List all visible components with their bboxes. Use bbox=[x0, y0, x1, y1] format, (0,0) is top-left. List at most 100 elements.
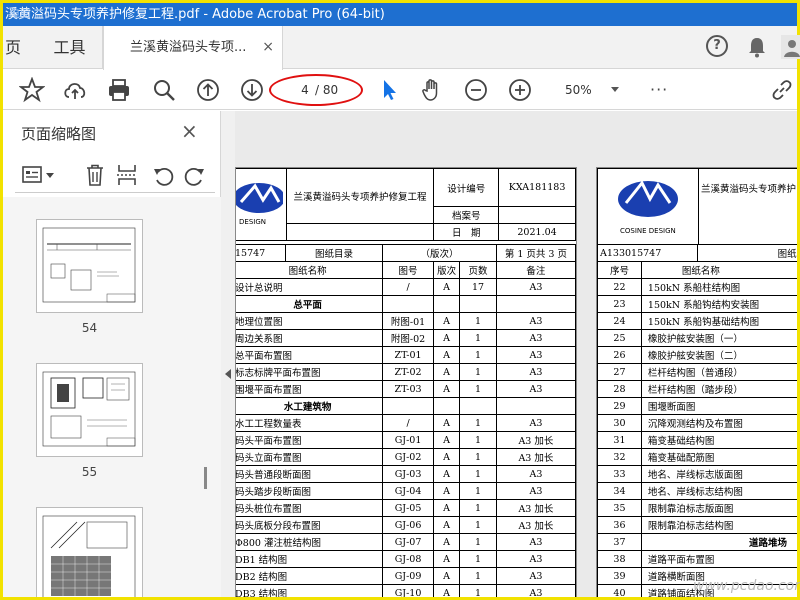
cell-index: 26 bbox=[597, 346, 642, 364]
cell-note: A3 bbox=[495, 278, 576, 296]
empty-cell bbox=[459, 397, 497, 415]
design-no: KXA181183 bbox=[498, 168, 576, 207]
cell-pages: 1 bbox=[459, 567, 497, 585]
catalog-label: 图纸目录 bbox=[696, 244, 797, 262]
cell-no: ZT-03 bbox=[382, 380, 434, 398]
cell-pages: 1 bbox=[459, 363, 497, 381]
project-name: 兰溪黄溢码头专项养护 bbox=[698, 168, 797, 245]
cell-ed: A bbox=[432, 380, 461, 398]
cell-pages: 1 bbox=[459, 448, 497, 466]
table-row: 周边关系图 附图-02 A 1 A3 bbox=[236, 329, 576, 347]
cell-index: 33 bbox=[597, 465, 642, 483]
cell-note: A3 bbox=[495, 482, 576, 500]
close-panel-icon[interactable]: × bbox=[181, 119, 198, 143]
table-row: 23 150kN 系船钩结构安装图 bbox=[597, 295, 797, 313]
cell-no: GJ-05 bbox=[382, 499, 434, 517]
thumbnail-scrollbar[interactable] bbox=[201, 197, 213, 597]
cell-index: 30 bbox=[597, 414, 642, 432]
cell-no: GJ-04 bbox=[382, 482, 434, 500]
tab-tools[interactable]: 工具 bbox=[37, 26, 103, 69]
cell-name: 总平面布置图 bbox=[236, 346, 384, 364]
table-row: 码头立面布置图 GJ-02 A 1 A3 加长 bbox=[236, 448, 576, 466]
edition-label: （版次） bbox=[382, 244, 497, 262]
star-bookmark-icon[interactable] bbox=[19, 77, 45, 103]
table-row: Φ800 灌注桩结构图 GJ-07 A 1 A3 bbox=[236, 533, 576, 551]
section-heading: 道路堆场 bbox=[640, 533, 797, 551]
page-thumbnail[interactable] bbox=[36, 219, 143, 313]
cell-index: 27 bbox=[597, 363, 642, 381]
table-row: 24 150kN 系船钩基础结构图 bbox=[597, 312, 797, 330]
chevron-left-icon[interactable] bbox=[225, 369, 231, 379]
print-icon[interactable] bbox=[106, 77, 132, 103]
page-thumbnail[interactable] bbox=[36, 363, 143, 457]
catalog-table: 15747 图纸目录 （版次） 第 1 页共 3 页 图纸名称 图号 版次 页数… bbox=[236, 244, 576, 597]
table-row: 38 道路平面布置图 bbox=[597, 550, 797, 568]
document-view[interactable]: DESIGN 兰溪黄溢码头专项养护修复工程 设计编号 KXA181183 档案号… bbox=[235, 111, 797, 597]
pdf-page-left: DESIGN 兰溪黄溢码头专项养护修复工程 设计编号 KXA181183 档案号… bbox=[235, 167, 577, 597]
cell-note: A3 bbox=[495, 380, 576, 398]
scrollbar-thumb[interactable] bbox=[204, 467, 207, 489]
col-header-no: 图号 bbox=[382, 261, 434, 279]
cell-name: 码头立面布置图 bbox=[236, 448, 384, 466]
table-row: 22 150kN 系船柱结构图 bbox=[597, 278, 797, 296]
table-row: 标志标牌平面布置图 ZT-02 A 1 A3 bbox=[236, 363, 576, 381]
table-row: 码头桩位布置图 GJ-05 A 1 A3 加长 bbox=[236, 499, 576, 517]
tab-home[interactable]: 页 bbox=[3, 26, 33, 69]
zoom-in-icon[interactable] bbox=[507, 77, 533, 103]
table-row: 26 橡胶护舷安装图（二） bbox=[597, 346, 797, 364]
rotate-right-icon[interactable] bbox=[183, 163, 207, 187]
drawing-code: A133015747 bbox=[597, 244, 698, 262]
share-link-icon[interactable] bbox=[769, 77, 795, 103]
sheet-label: 第 1 页共 3 页 bbox=[495, 244, 576, 262]
page-thumbnail[interactable] bbox=[36, 507, 143, 597]
cloud-upload-icon[interactable] bbox=[62, 77, 88, 103]
empty-cell bbox=[432, 397, 461, 415]
cell-ed: A bbox=[432, 346, 461, 364]
cell-name: 标志标牌平面布置图 bbox=[236, 363, 384, 381]
cell-note: A3 加长 bbox=[495, 516, 576, 534]
table-row: DB2 结构图 GJ-09 A 1 A3 bbox=[236, 567, 576, 585]
cell-index: 40 bbox=[597, 584, 642, 597]
cell-no: GJ-09 bbox=[382, 567, 434, 585]
cell-index: 37 bbox=[597, 533, 642, 551]
rotate-left-icon[interactable] bbox=[151, 163, 175, 187]
cell-ed: A bbox=[432, 465, 461, 483]
empty-cell bbox=[495, 397, 576, 415]
cell-ed: A bbox=[432, 550, 461, 568]
search-icon[interactable] bbox=[151, 77, 177, 103]
tab-bar: 页 工具 兰溪黄溢码头专项... × ? bbox=[3, 26, 800, 70]
table-row: 27 栏杆结构图（普通段） bbox=[597, 363, 797, 381]
thumbnail-options-icon[interactable] bbox=[21, 163, 57, 187]
select-cursor-icon[interactable] bbox=[376, 77, 402, 103]
window-title-bar: 溪黄溢码头专项养护修复工程.pdf - Adobe Acrobat Pro (6… bbox=[3, 3, 797, 26]
user-account-icon[interactable] bbox=[781, 35, 800, 59]
next-page-icon[interactable] bbox=[239, 77, 265, 103]
zoom-out-icon[interactable] bbox=[463, 77, 489, 103]
help-icon[interactable]: ? bbox=[706, 35, 728, 57]
table-row: 37 道路堆场 bbox=[597, 533, 797, 551]
bell-icon[interactable] bbox=[747, 36, 767, 58]
tab-close-icon[interactable]: × bbox=[262, 26, 274, 69]
cell-index: 32 bbox=[597, 448, 642, 466]
cell-index: 31 bbox=[597, 431, 642, 449]
thumbnail-drawing bbox=[42, 515, 136, 597]
extract-page-icon[interactable] bbox=[115, 163, 139, 187]
empty-cell bbox=[495, 295, 576, 313]
cell-no: / bbox=[382, 414, 434, 432]
company-logo: COSINE DESIGN bbox=[618, 180, 678, 235]
chevron-down-icon[interactable] bbox=[611, 87, 619, 92]
cell-no: 附图-01 bbox=[382, 312, 434, 330]
more-tools-icon[interactable]: ··· bbox=[650, 82, 668, 98]
cell-name: DB1 结构图 bbox=[236, 550, 384, 568]
previous-page-icon[interactable] bbox=[195, 77, 221, 103]
cell-pages: 1 bbox=[459, 465, 497, 483]
panel-collapse-handle[interactable] bbox=[221, 111, 235, 597]
cell-no: GJ-10 bbox=[382, 584, 434, 597]
design-no-label: 设计编号 bbox=[433, 168, 500, 207]
delete-page-icon[interactable] bbox=[83, 163, 107, 187]
tab-document[interactable]: 兰溪黄溢码头专项... × bbox=[103, 26, 283, 70]
table-row: DB3 结构图 GJ-10 A 1 A3 bbox=[236, 584, 576, 597]
table-row: 水工工程数量表 / A 1 A3 bbox=[236, 414, 576, 432]
empty-cell bbox=[382, 295, 434, 313]
hand-tool-icon[interactable] bbox=[419, 77, 445, 103]
